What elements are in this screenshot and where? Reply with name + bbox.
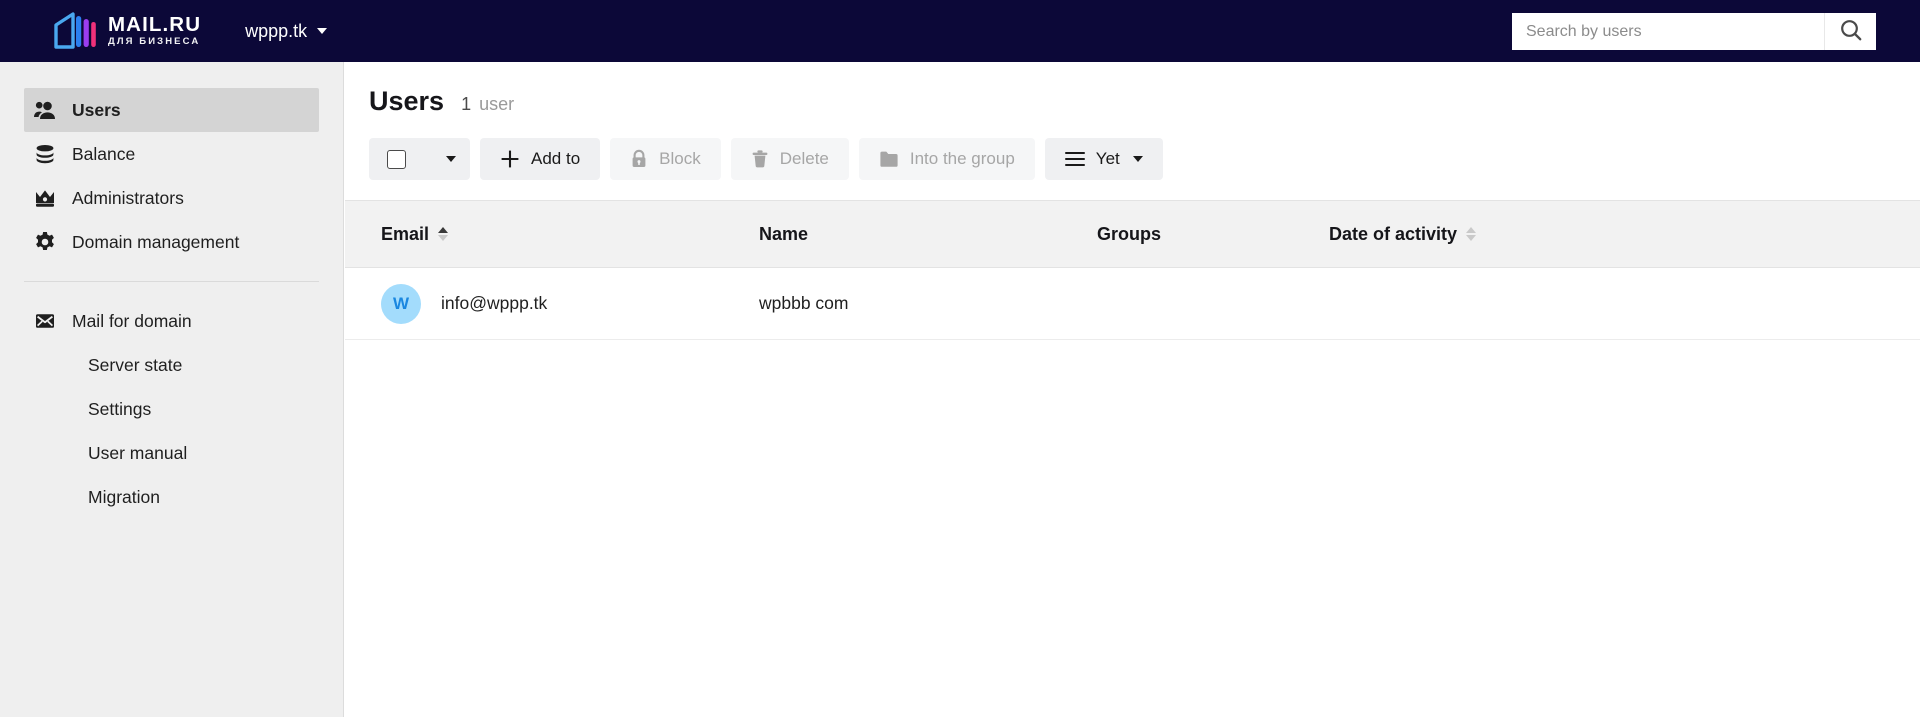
mailru-business-logo-icon (52, 11, 96, 51)
search-button[interactable] (1824, 13, 1876, 50)
column-header-label: Email (381, 223, 430, 244)
delete-button[interactable]: Delete (730, 138, 849, 180)
sidebar-item-label: Balance (72, 143, 136, 164)
folder-icon (879, 150, 899, 168)
sidebar-item-mail-for-domain[interactable]: Mail for domain (24, 299, 319, 343)
logo-title: MAIL.RU (108, 13, 202, 36)
sidebar-item-label: Users (72, 99, 121, 120)
sidebar-item-migration[interactable]: Migration (24, 475, 319, 519)
plus-icon (500, 149, 520, 169)
cell-email-text: info@wppp.tk (441, 293, 548, 313)
yet-button[interactable]: Yet (1044, 138, 1163, 180)
sidebar-item-user-manual[interactable]: User manual (24, 431, 319, 475)
select-all-dropdown[interactable] (369, 138, 470, 180)
chevron-down-icon (317, 28, 328, 34)
column-header-email[interactable]: Email (345, 224, 759, 245)
into-the-group-label: Into the group (909, 149, 1015, 168)
add-to-label: Add to (531, 149, 581, 168)
chevron-down-icon (1132, 156, 1143, 162)
into-the-group-button[interactable]: Into the group (858, 138, 1035, 180)
sidebar-item-label: Settings (88, 398, 152, 419)
coins-icon (34, 143, 56, 165)
sidebar-item-domain-management[interactable]: Domain management (24, 220, 319, 264)
chevron-down-icon (446, 156, 456, 162)
checkbox-unchecked-icon[interactable] (387, 149, 406, 169)
column-header-name[interactable]: Name (759, 224, 1097, 245)
block-label: Block (659, 149, 701, 168)
search-box[interactable] (1512, 13, 1876, 50)
sidebar-item-users[interactable]: Users (24, 88, 319, 132)
sidebar-item-settings[interactable]: Settings (24, 387, 319, 431)
cell-name: wpbbb com (759, 293, 849, 313)
yet-label: Yet (1095, 149, 1120, 168)
delete-label: Delete (779, 149, 829, 168)
domain-switcher[interactable]: wppp.tk (245, 20, 328, 42)
sidebar-item-label: Mail for domain (72, 310, 192, 331)
user-count-label: user (479, 94, 515, 114)
sidebar-item-label: Domain management (72, 231, 240, 252)
envelope-icon (34, 310, 56, 332)
sort-arrows-icon[interactable] (438, 227, 449, 241)
toolbar: Add to Block Delete Into the group Yet (345, 117, 1920, 180)
gear-icon (34, 231, 56, 253)
sidebar-item-label: Server state (88, 354, 183, 375)
page-header: Users 1 user (345, 62, 1920, 117)
column-header-date-of-activity[interactable]: Date of activity (1329, 224, 1629, 245)
top-header-bar: MAIL.RU ДЛЯ БИЗНЕСА wppp.tk (0, 0, 1920, 62)
sidebar-item-label: User manual (88, 442, 188, 463)
page-title: Users (369, 86, 445, 116)
logo-subtitle: ДЛЯ БИЗНЕСА (108, 36, 201, 47)
avatar: W (381, 283, 421, 324)
sidebar-divider (24, 281, 319, 282)
brand-logo[interactable]: MAIL.RU ДЛЯ БИЗНЕСА (52, 11, 201, 51)
sidebar-item-label: Administrators (72, 187, 184, 208)
block-button[interactable]: Block (610, 138, 721, 180)
table-row[interactable]: W info@wppp.tk wpbbb com (345, 268, 1920, 340)
column-header-label: Date of activity (1329, 223, 1458, 244)
user-count-number: 1 (461, 94, 472, 114)
users-table: Email Name Groups Date of activity W inf… (345, 200, 1920, 340)
column-header-label: Name (759, 223, 809, 244)
crown-icon (34, 187, 56, 209)
sidebar-item-administrators[interactable]: Administrators (24, 176, 319, 220)
trash-icon (751, 149, 769, 169)
search-input[interactable] (1512, 13, 1824, 50)
column-header-groups[interactable]: Groups (1097, 224, 1329, 245)
add-to-button[interactable]: Add to (480, 138, 601, 180)
main-content: Users 1 user Add to Block Delete Into th… (345, 62, 1920, 717)
search-icon (1839, 18, 1863, 45)
lock-icon (630, 149, 648, 169)
sidebar-item-label: Migration (88, 486, 160, 507)
cell-email: W info@wppp.tk (345, 283, 759, 324)
table-header-row: Email Name Groups Date of activity (345, 200, 1920, 268)
sort-arrows-icon[interactable] (1466, 227, 1477, 241)
sidebar-item-server-state[interactable]: Server state (24, 343, 319, 387)
menu-icon (1064, 148, 1085, 170)
column-header-label: Groups (1097, 223, 1162, 244)
users-icon (34, 99, 56, 121)
domain-switcher-label: wppp.tk (245, 20, 308, 41)
sidebar-item-balance[interactable]: Balance (24, 132, 319, 176)
sidebar: Users Balance Administrators Domain mana… (0, 62, 344, 717)
